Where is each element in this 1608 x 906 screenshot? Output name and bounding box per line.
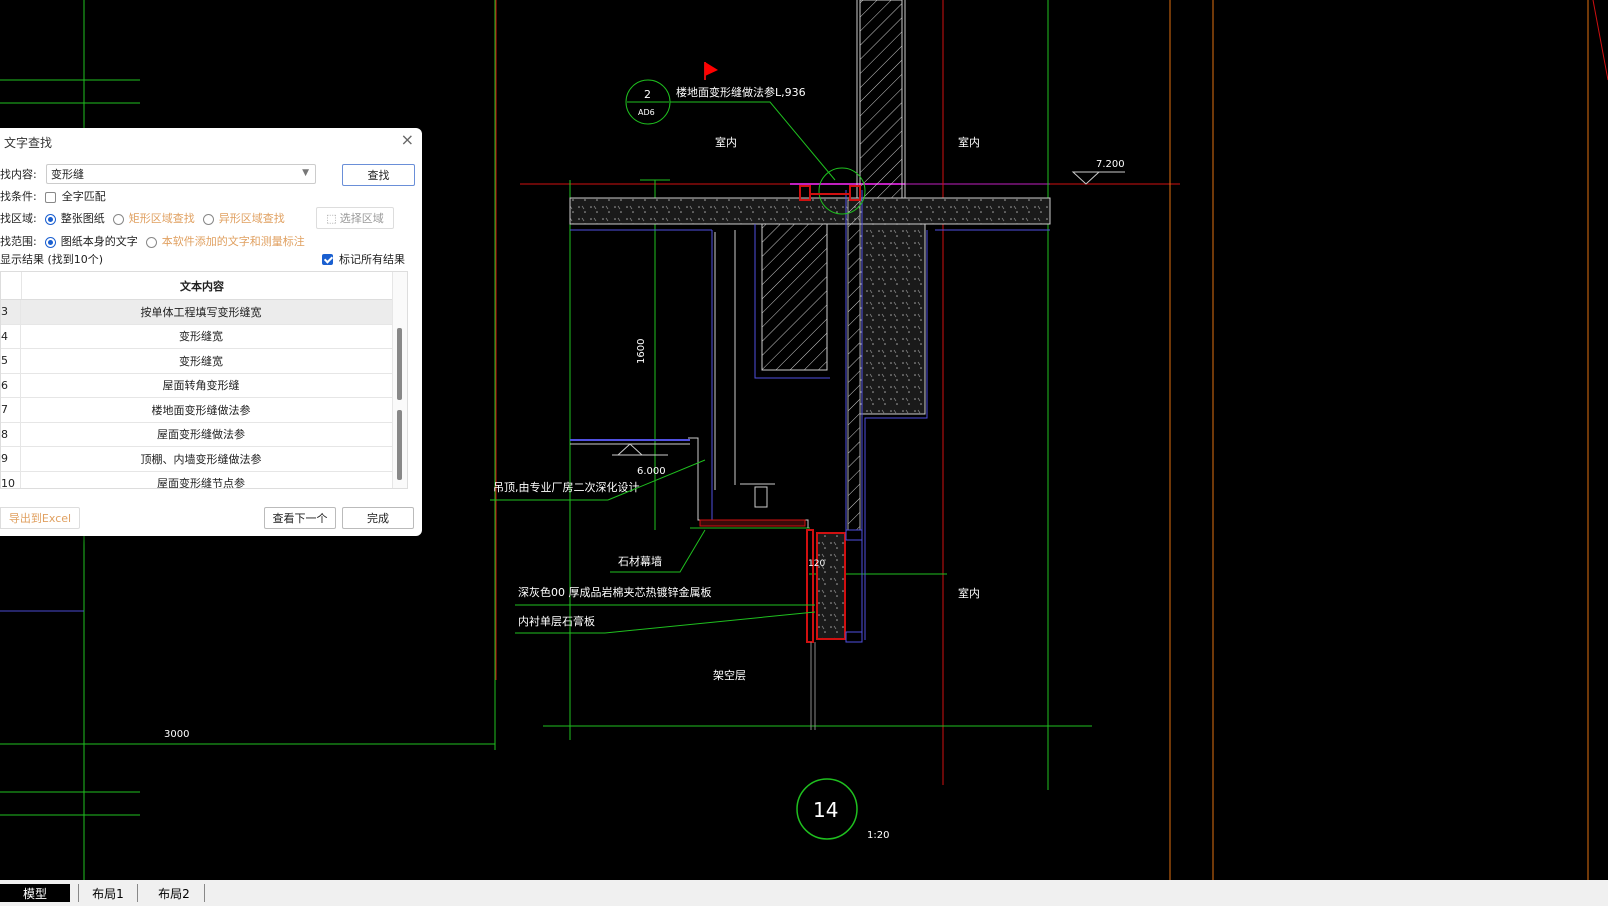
- note-ceiling: 吊顶,由专业厂房二次深化设计: [493, 480, 640, 494]
- dim-small: 120: [808, 559, 825, 569]
- export-excel-button[interactable]: 导出到Excel: [0, 507, 80, 529]
- table-row[interactable]: 4 变形缝宽: [1, 324, 407, 349]
- done-button[interactable]: 完成: [342, 507, 414, 529]
- table-row[interactable]: 9 顶棚、内墙变形缝做法参: [1, 447, 407, 472]
- note-floor-joint: 楼地面变形缝做法参L,936: [676, 85, 806, 99]
- dialog-title: 文字查找: [4, 136, 53, 150]
- area-whole-option[interactable]: 整张图纸: [44, 210, 105, 226]
- ref-circle-sheet: AD6: [638, 108, 655, 117]
- select-area-icon: ⬚: [326, 211, 337, 225]
- condition-label: 找条件:: [0, 190, 37, 203]
- close-icon[interactable]: ×: [401, 132, 414, 148]
- mark-all-checkbox[interactable]: [322, 253, 333, 265]
- scrollbar-thumb-2[interactable]: [397, 410, 402, 480]
- column-header: 文本内容: [180, 279, 224, 293]
- tab-model[interactable]: 模型: [0, 884, 70, 902]
- scrollbar-thumb[interactable]: [397, 328, 402, 400]
- elev-mid: 6.000: [637, 466, 666, 477]
- tab-layout2[interactable]: 布局2: [144, 884, 205, 902]
- full-match-option[interactable]: 全字匹配: [44, 188, 106, 204]
- table-row[interactable]: 7 楼地面变形缝做法参: [1, 398, 407, 423]
- facade-panel: [816, 532, 846, 640]
- table-header: 文本内容: [1, 272, 407, 300]
- note-lining: 内衬单层石膏板: [518, 614, 595, 628]
- results-table: 文本内容 3 按单体工程填写变形缝宽 4 变形缝宽 5 变形缝宽 6 屋面转角变形缝 7…: [0, 271, 408, 489]
- label-overhead: 架空层: [713, 668, 746, 682]
- table-row[interactable]: 5 变形缝宽: [1, 349, 407, 374]
- table-row[interactable]: 8 屋面变形缝做法参: [1, 422, 407, 447]
- dim-vertical: 1600: [636, 339, 647, 364]
- table-row[interactable]: 3 按单体工程填写变形缝宽: [1, 300, 407, 325]
- floor-slab: [569, 197, 1051, 225]
- search-input[interactable]: 变形缝: [51, 166, 84, 182]
- table-row[interactable]: 6 屋面转角变形缝: [1, 373, 407, 398]
- area-irregular-option[interactable]: 异形区域查找: [202, 210, 285, 226]
- area-rect-option[interactable]: 矩形区域查找: [112, 210, 195, 226]
- note-panel: 深灰色00 厚成品岩棉夹芯热镀锌金属板: [518, 585, 712, 599]
- full-match-checkbox[interactable]: [44, 191, 56, 203]
- ref-circle-num: 2: [644, 88, 651, 101]
- next-result-button[interactable]: 查看下一个: [264, 507, 336, 529]
- table-scrollbar[interactable]: [392, 272, 407, 488]
- detail-scale: 1:20: [867, 830, 889, 841]
- mark-all-option[interactable]: 标记所有结果: [322, 249, 405, 269]
- range-label: 找范围:: [0, 235, 37, 248]
- area-label: 找区域:: [0, 212, 37, 225]
- results-label: 显示结果 (找到10个): [0, 253, 104, 266]
- find-button[interactable]: 查找: [342, 164, 415, 186]
- note-stone-wall: 石材幕墙: [618, 554, 662, 568]
- search-label: 找内容:: [0, 168, 37, 181]
- expansion-joint: [847, 199, 861, 531]
- label-indoor-3: 室内: [958, 586, 980, 600]
- radio-selected-icon: [44, 213, 56, 225]
- column-right: [859, 223, 926, 415]
- table-row[interactable]: 10 屋面变形缝节点参: [1, 471, 407, 488]
- range-added-option[interactable]: 本软件添加的文字和测量标注: [145, 233, 305, 249]
- label-indoor-2: 室内: [958, 135, 980, 149]
- tab-layout1[interactable]: 布局1: [78, 884, 138, 902]
- label-indoor-1: 室内: [715, 135, 737, 149]
- dim-horizontal: 3000: [164, 729, 189, 740]
- ceiling-panel: [699, 519, 806, 527]
- select-area-button[interactable]: ⬚ 选择区域: [316, 207, 394, 229]
- text-search-dialog: 文字查找 × 找内容: 变形缝 ▼ 查找 找条件: 全字匹配 找区域: 整张图纸…: [0, 128, 422, 536]
- search-combobox[interactable]: 变形缝 ▼: [46, 164, 316, 184]
- chevron-down-icon[interactable]: ▼: [302, 168, 309, 178]
- elev-top: 7.200: [1096, 159, 1125, 170]
- wall-upper: [859, 0, 903, 199]
- detail-num: 14: [813, 798, 838, 822]
- beam-left: [761, 223, 828, 371]
- range-self-option[interactable]: 图纸本身的文字: [44, 233, 138, 249]
- layout-tab-bar: 模型 布局1 布局2: [0, 880, 1608, 906]
